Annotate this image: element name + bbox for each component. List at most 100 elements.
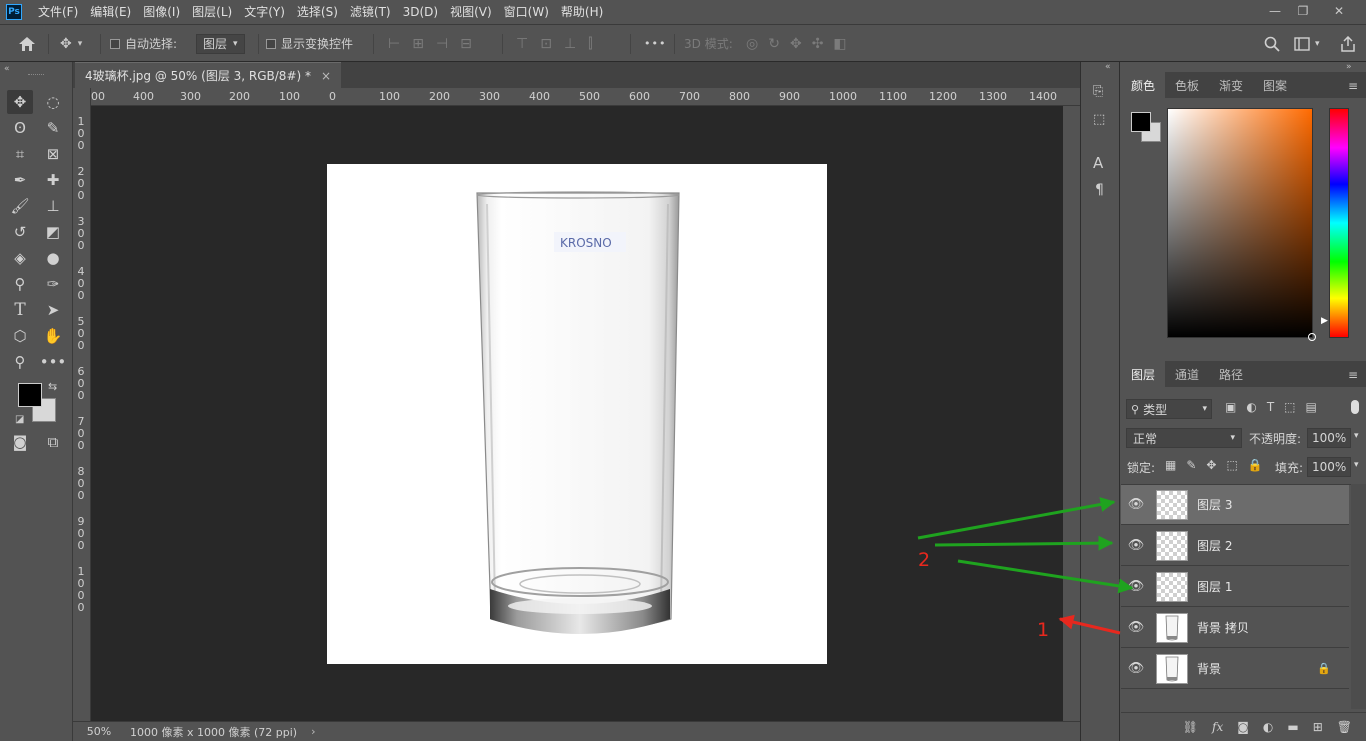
clone-stamp-tool[interactable]: ⊥ [40,194,66,218]
auto-select-target-dropdown[interactable]: 图层 ▾ [196,25,245,62]
layer-row[interactable]: 👁 背景 🔒 [1121,649,1349,689]
layers-panel-menu-icon[interactable]: ≡ [1348,368,1358,382]
blend-mode-dropdown[interactable]: 正常 ▾ [1126,428,1242,448]
opacity-field[interactable]: 100% [1307,428,1351,448]
fill-field[interactable]: 100% [1307,457,1351,477]
foreground-color-swatch[interactable] [18,383,42,407]
3d-roll-icon[interactable]: ↻ [768,36,780,52]
add-mask-icon[interactable]: ◙ [1237,720,1249,734]
tab-paths[interactable]: 路径 [1209,361,1253,387]
menu-file[interactable]: 文件(F) [32,0,84,24]
vertical-ruler[interactable]: 1 0 0 2 0 0 3 0 0 4 0 0 5 0 0 6 0 0 7 0 0 8 0 0… [73,88,91,721]
restore-button[interactable]: ❐ [1288,0,1318,22]
lock-all-icon[interactable]: 🔒 [1248,458,1263,472]
collapse-dock-icon[interactable]: « [1105,62,1111,72]
delete-layer-icon[interactable]: 🗑 [1337,720,1352,734]
opacity-dropdown-icon[interactable]: ▾ [1354,431,1359,441]
lock-transparency-icon[interactable]: ▦ [1165,458,1176,472]
document-tab[interactable]: 4玻璃杯.jpg @ 50% (图层 3, RGB/8#) * × [75,62,342,88]
align-top-icon[interactable]: ⊤ [516,36,528,52]
link-layers-icon[interactable]: ⛓ [1183,720,1198,734]
vertical-scrollbar[interactable] [1063,106,1080,721]
shape-tool[interactable]: ⬡ [7,324,33,348]
eyedropper-tool[interactable]: ✒ [7,168,33,192]
default-colors-icon[interactable]: ◪ [15,414,24,425]
layer-name[interactable]: 图层 2 [1197,537,1232,554]
distribute-icon[interactable]: ⊟ [460,36,472,52]
tab-patterns[interactable]: 图案 [1253,72,1297,98]
character-panel-icon[interactable]: A [1093,154,1103,172]
align-middle-icon[interactable]: ⊡ [540,36,552,52]
quick-mask-button[interactable]: ◙ [7,430,33,454]
healing-brush-tool[interactable]: ✚ [40,168,66,192]
align-left-icon[interactable]: ⊢ [388,36,400,52]
menu-3d[interactable]: 3D(D) [397,0,444,24]
brush-tool[interactable]: 🖌 [7,194,33,218]
crop-tool[interactable]: ⌗ [7,142,33,166]
search-button[interactable] [1264,25,1280,62]
menu-select[interactable]: 选择(S) [291,0,344,24]
move-tool-preset[interactable]: ✥ ▾ [60,25,82,62]
menu-window[interactable]: 窗口(W) [498,0,555,24]
filter-pixel-icon[interactable]: ▣ [1225,400,1236,414]
distribute-v-icon[interactable]: ⫿ [588,36,592,52]
saturation-brightness-field[interactable] [1167,108,1316,341]
layer-name[interactable]: 图层 1 [1197,578,1232,595]
fill-dropdown-icon[interactable]: ▾ [1354,460,1359,470]
3d-camera-icon[interactable]: ◧ [833,36,846,52]
ellipse-marquee-tool[interactable]: ◌ [40,90,66,114]
close-tab-icon[interactable]: × [321,69,331,83]
tab-channels[interactable]: 通道 [1165,361,1209,387]
lock-pixels-icon[interactable]: ✎ [1186,458,1196,472]
align-bottom-icon[interactable]: ⊥ [564,36,576,52]
visibility-eye-icon[interactable]: 👁 [1121,620,1151,635]
layers-scrollbar[interactable] [1351,484,1366,709]
eraser-tool[interactable]: ◩ [40,220,66,244]
collapse-toolbox-icon[interactable]: « [4,64,10,74]
menu-edit[interactable]: 编辑(E) [84,0,137,24]
color-panel-menu-icon[interactable]: ≡ [1348,79,1358,93]
status-menu-arrow-icon[interactable]: › [311,725,315,738]
adjustment-layer-icon[interactable]: ◐ [1263,720,1273,734]
layer-row[interactable]: 👁 背景 拷贝 [1121,608,1349,648]
path-select-tool[interactable]: ➤ [40,298,66,322]
zoom-level[interactable]: 50% [73,725,125,738]
toolbox-grip[interactable] [28,74,44,76]
layer-lock-icon[interactable]: 🔒 [1317,662,1331,675]
new-layer-icon[interactable]: ⊞ [1313,720,1323,734]
filter-adjustment-icon[interactable]: ◐ [1246,400,1256,414]
3d-slide-icon[interactable]: ✣ [812,36,824,52]
filter-shape-icon[interactable]: ⬚ [1284,400,1295,414]
lock-artboard-icon[interactable]: ⬚ [1226,458,1237,472]
menu-type[interactable]: 文字(Y) [238,0,291,24]
auto-select-checkbox[interactable]: 自动选择: [110,25,177,62]
type-tool[interactable]: T [7,298,33,322]
layer-row[interactable]: 👁 图层 2 [1121,526,1349,566]
align-right-icon[interactable]: ⊣ [436,36,448,52]
share-button[interactable] [1340,25,1356,62]
workspace-button[interactable]: ▾ [1294,25,1320,62]
fx-icon[interactable]: fx [1212,720,1223,734]
visibility-eye-icon[interactable]: 👁 [1121,661,1151,676]
3d-orbit-icon[interactable]: ◎ [746,36,758,52]
layer-name[interactable]: 背景 拷贝 [1197,619,1249,636]
filter-type-icon[interactable]: T [1267,400,1274,414]
visibility-eye-icon[interactable]: 👁 [1121,538,1151,553]
frame-tool[interactable]: ⊠ [40,142,66,166]
horizontal-ruler[interactable]: 00 400 300 200 100 0 100 200 300 400 500 600 700 800 9… [91,88,1080,106]
more-options-button[interactable]: ••• [644,25,666,62]
menu-layer[interactable]: 图层(L) [186,0,238,24]
pen-tool[interactable]: ✑ [40,272,66,296]
hue-slider[interactable] [1329,108,1349,338]
color-panel-foreground-swatch[interactable] [1131,112,1151,132]
menu-image[interactable]: 图像(I) [137,0,186,24]
align-center-h-icon[interactable]: ⊞ [412,36,424,52]
dodge-tool[interactable]: ⚲ [7,272,33,296]
screen-mode-button[interactable]: ⧉ [40,430,66,454]
history-panel-icon[interactable]: ⎘ [1093,84,1103,99]
filter-toggle[interactable] [1351,400,1359,414]
filter-smart-object-icon[interactable]: ▤ [1306,400,1317,414]
more-tools[interactable]: ••• [40,350,67,374]
lasso-tool[interactable]: ʘ [7,116,33,140]
layer-name[interactable]: 背景 [1197,660,1221,677]
